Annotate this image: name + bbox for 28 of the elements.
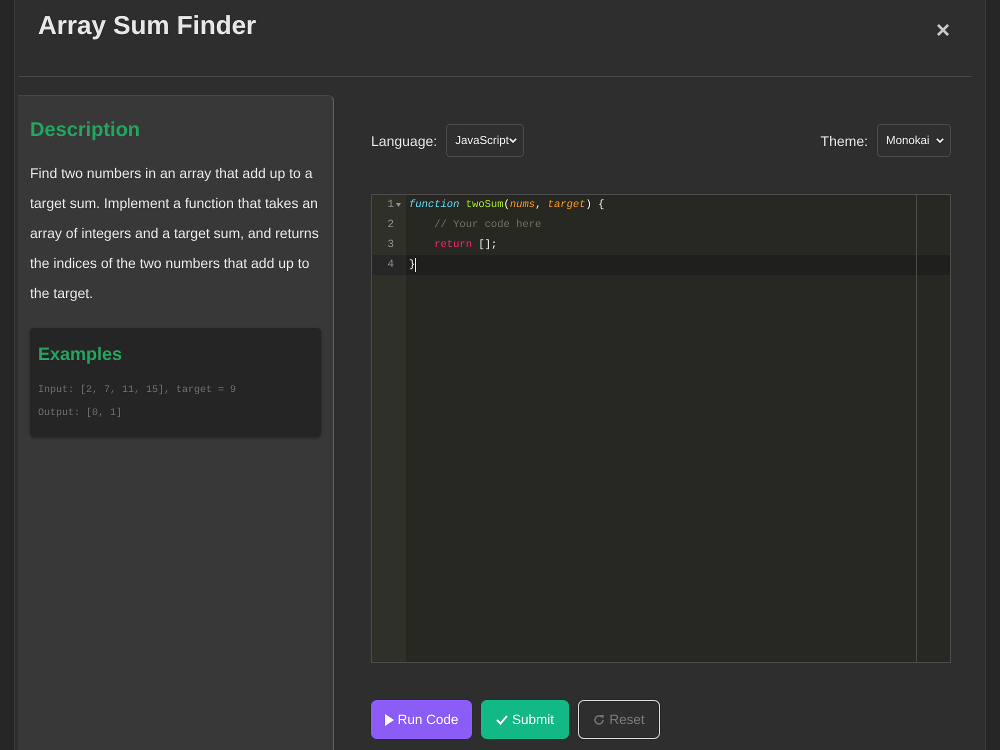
- play-icon: [384, 714, 394, 726]
- description-text: Find two numbers in an array that add up to a target sum. Implement a function that takes an array of integers and a target sum, and returns the indices of the two numbers that add up to the target.: [30, 164, 320, 303]
- dialog-title: Array Sum Finder: [38, 9, 256, 42]
- examples-heading: Examples: [38, 343, 124, 366]
- theme-label: Theme:: [820, 132, 868, 148]
- example-line: Output: [0, 1]: [38, 406, 122, 421]
- code-line: }: [409, 258, 416, 273]
- code-line: // Your code here: [433, 218, 542, 233]
- theme-select[interactable]: Monokai: [877, 124, 951, 157]
- language-select[interactable]: JavaScript: [446, 124, 524, 157]
- chevron-down-icon: [509, 138, 518, 143]
- fold-triangle-icon[interactable]: [396, 203, 401, 207]
- check-icon: [496, 714, 508, 724]
- line-number: 4: [387, 258, 394, 273]
- description-heading: Description: [30, 118, 142, 143]
- code-editor[interactable]: 1 2 3 4 function twoSum(nums, target) { // Your code here return []; }: [371, 194, 951, 663]
- code-line: return [];: [433, 238, 498, 253]
- line-number: 1: [387, 198, 394, 213]
- code-line: function twoSum(nums, target) {: [409, 198, 604, 213]
- language-label: Language:: [371, 132, 438, 148]
- chevron-down-icon: [936, 138, 944, 143]
- text-cursor: [415, 258, 416, 272]
- run-button[interactable]: Run Code: [371, 700, 472, 739]
- example-line: Input: [2, 7, 11, 15], target = 9: [38, 384, 236, 398]
- rotate-icon: [593, 714, 606, 726]
- line-number: 2: [387, 218, 394, 233]
- line-number: 3: [387, 238, 394, 253]
- close-button[interactable]: ×: [936, 19, 950, 43]
